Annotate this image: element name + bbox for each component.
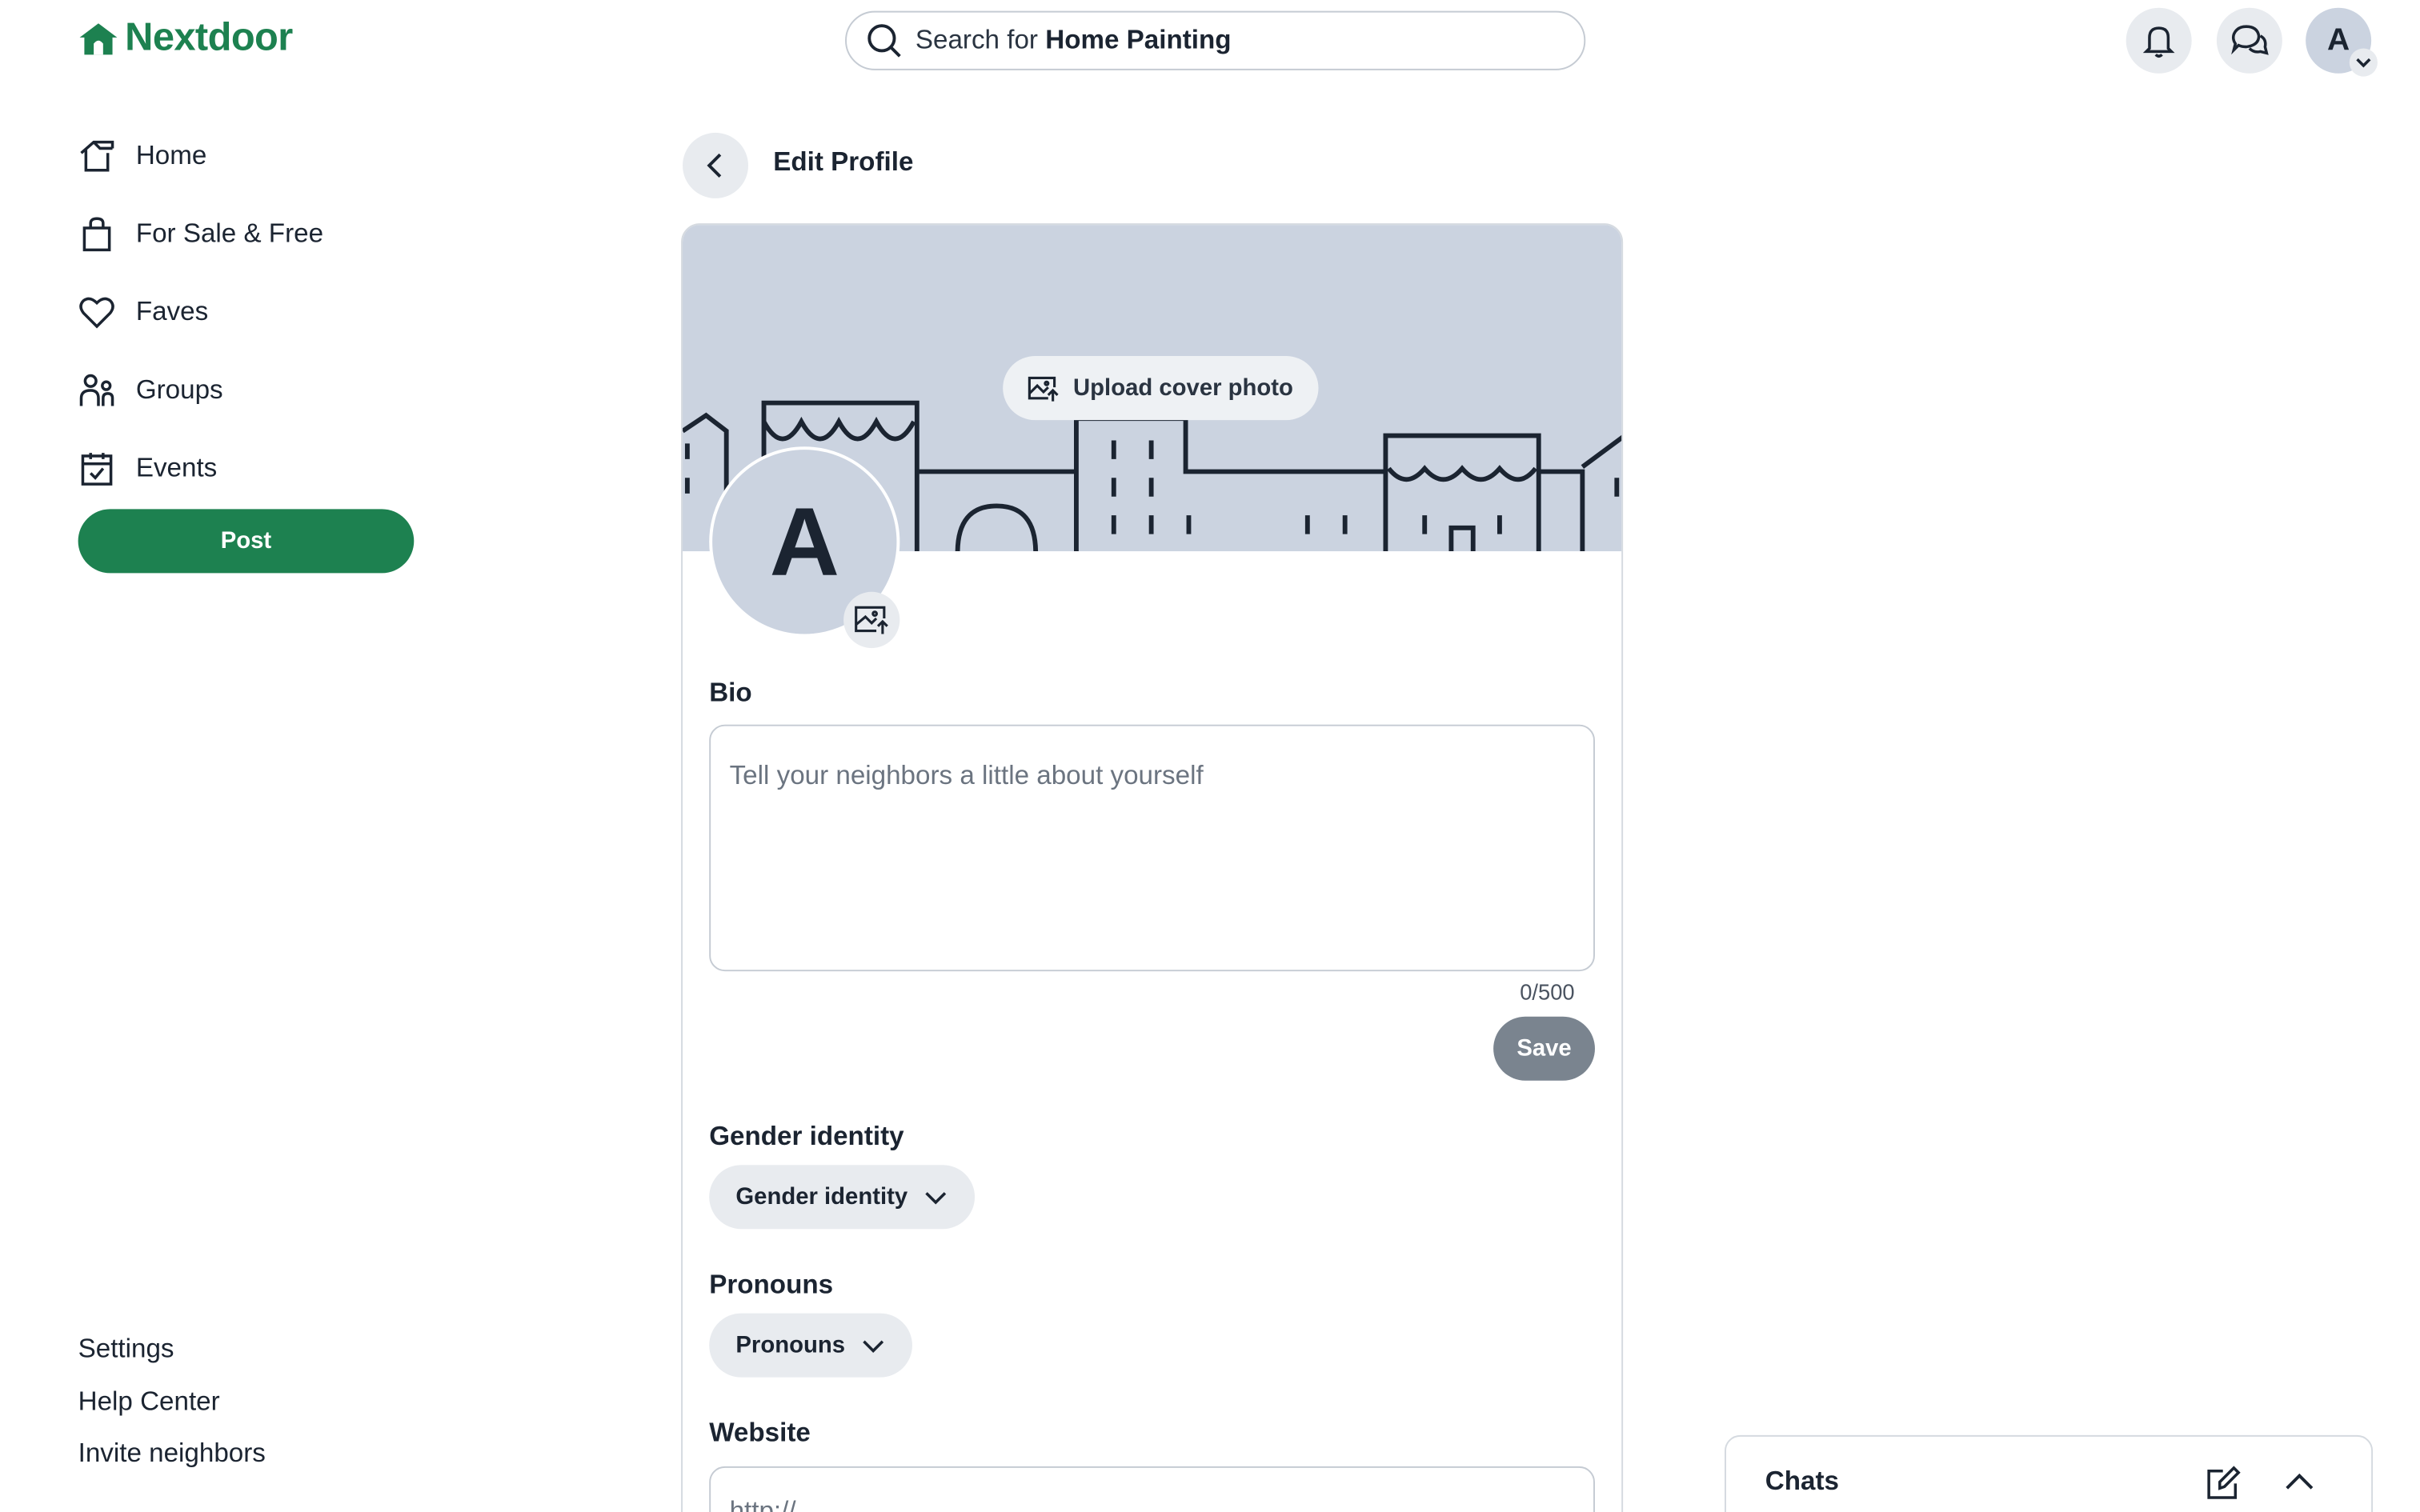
- sidebar-item-label: Faves: [135, 296, 209, 326]
- chevron-down-icon: [925, 1191, 947, 1204]
- gender-identity-value: Gender identity: [735, 1183, 908, 1210]
- chevron-left-icon: [707, 153, 722, 178]
- chat-bubbles-icon: [2231, 25, 2269, 55]
- compose-icon: [2207, 1466, 2241, 1499]
- help-center-link[interactable]: Help Center: [78, 1382, 266, 1434]
- sidebar-item-label: Home: [135, 140, 207, 170]
- edit-profile-card: Upload cover photo A Bio Tell your neigh…: [681, 223, 1624, 1512]
- home-icon: [80, 140, 114, 172]
- invite-neighbors-link[interactable]: Invite neighbors: [78, 1435, 266, 1487]
- search-bar[interactable]: Search for Home Painting: [845, 10, 1586, 70]
- save-bio-button[interactable]: Save: [1493, 1016, 1595, 1081]
- footer-links: Settings Help Center Invite neighbors: [78, 1330, 266, 1487]
- search-icon: [867, 24, 901, 58]
- bio-placeholder: Tell your neighbors a little about yours…: [729, 760, 1204, 790]
- notifications-button[interactable]: [2126, 7, 2192, 74]
- image-upload-icon: [1028, 375, 1059, 401]
- gender-identity-label: Gender identity: [709, 1121, 904, 1151]
- logo-text: Nextdoor: [125, 15, 293, 60]
- bell-icon: [2142, 26, 2175, 58]
- pronouns-dropdown[interactable]: Pronouns: [709, 1313, 912, 1378]
- sidebar-item-events[interactable]: Events: [78, 430, 323, 508]
- shopping-bag-icon: [82, 217, 111, 252]
- sidebar-item-label: For Sale & Free: [135, 218, 324, 249]
- sidebar-item-groups[interactable]: Groups: [78, 351, 323, 430]
- nextdoor-logo[interactable]: Nextdoor: [78, 16, 293, 62]
- house-logo-icon: [79, 22, 118, 54]
- page-title: Edit Profile: [773, 146, 914, 177]
- pronouns-value: Pronouns: [735, 1332, 846, 1359]
- upload-cover-photo-button[interactable]: Upload cover photo: [1003, 356, 1319, 421]
- sidebar-nav: Home For Sale & Free Faves Groups Events: [78, 117, 323, 507]
- image-upload-icon: [855, 606, 888, 634]
- post-button[interactable]: Post: [78, 509, 415, 574]
- groups-icon: [79, 374, 114, 406]
- chevron-up-icon: [2286, 1473, 2314, 1490]
- messages-button[interactable]: [2216, 7, 2282, 74]
- settings-link[interactable]: Settings: [78, 1330, 266, 1382]
- back-button[interactable]: [683, 132, 749, 198]
- website-label: Website: [709, 1418, 811, 1448]
- upload-cover-label: Upload cover photo: [1073, 374, 1293, 402]
- chevron-down-icon: [863, 1339, 884, 1352]
- bio-label: Bio: [709, 678, 752, 708]
- sidebar-item-faves[interactable]: Faves: [78, 274, 323, 352]
- sidebar-item-home[interactable]: Home: [78, 117, 323, 195]
- calendar-icon: [81, 453, 113, 486]
- website-input[interactable]: http://: [709, 1466, 1595, 1512]
- compose-message-button[interactable]: [2204, 1465, 2242, 1510]
- avatar-letter: A: [769, 488, 839, 596]
- heart-icon: [79, 297, 114, 329]
- account-menu-button[interactable]: A: [2306, 7, 2378, 77]
- collapse-chats-button[interactable]: [2282, 1465, 2317, 1507]
- website-placeholder: http://: [729, 1496, 796, 1512]
- sidebar-item-for-sale[interactable]: For Sale & Free: [78, 195, 323, 274]
- bio-textarea[interactable]: Tell your neighbors a little about yours…: [709, 724, 1595, 972]
- chats-panel[interactable]: Chats: [1725, 1434, 2374, 1512]
- sidebar-item-label: Events: [135, 453, 218, 483]
- sidebar-item-label: Groups: [135, 374, 223, 405]
- avatar: A: [2327, 22, 2350, 58]
- chevron-down-icon: [2349, 48, 2378, 77]
- chats-title: Chats: [1765, 1466, 1839, 1497]
- gender-identity-dropdown[interactable]: Gender identity: [709, 1165, 976, 1230]
- pronouns-label: Pronouns: [709, 1269, 834, 1300]
- bio-character-counter: 0/500: [1520, 978, 1575, 1005]
- search-placeholder: Search for Home Painting: [915, 25, 1232, 55]
- upload-avatar-button[interactable]: [843, 591, 900, 649]
